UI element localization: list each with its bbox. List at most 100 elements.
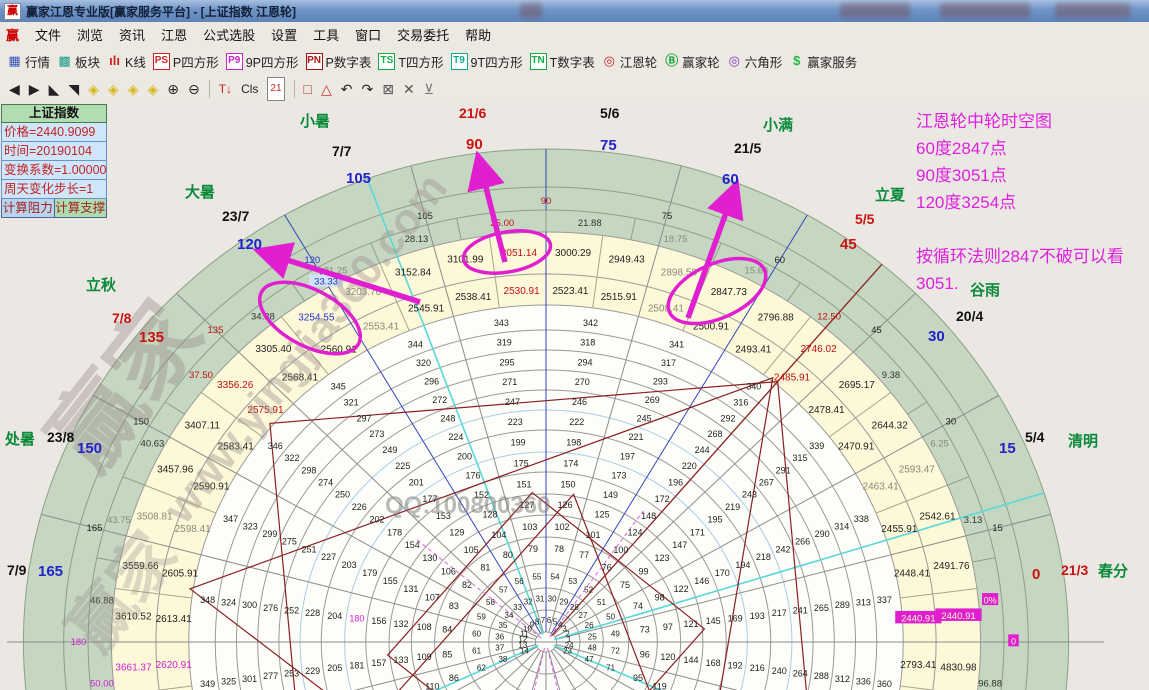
svg-text:129: 129 bbox=[449, 528, 464, 538]
menu-item-帮助[interactable]: 帮助 bbox=[457, 23, 499, 46]
svg-text:76: 76 bbox=[602, 562, 612, 572]
svg-text:181: 181 bbox=[349, 660, 364, 670]
svg-text:2620.91: 2620.91 bbox=[156, 660, 193, 671]
toolbar-button-赢家服务[interactable]: $赢家服务 bbox=[789, 52, 857, 71]
toolbar-button-P四方形[interactable]: PSP四方形 bbox=[153, 52, 219, 71]
svg-text:244: 244 bbox=[695, 445, 710, 455]
wheel-outer-label-立秋: 立秋 bbox=[86, 274, 116, 295]
svg-text:264: 264 bbox=[793, 669, 808, 679]
svg-text:98: 98 bbox=[655, 593, 665, 603]
svg-text:319: 319 bbox=[497, 338, 512, 348]
menu-item-设置[interactable]: 设置 bbox=[263, 23, 305, 46]
toolbar-label: 9T四方形 bbox=[471, 52, 523, 71]
K线-icon: ılı bbox=[107, 54, 122, 69]
svg-text:2440.91: 2440.91 bbox=[901, 614, 935, 625]
toolbar-label: 六角形 bbox=[745, 52, 783, 71]
calendar-21-icon[interactable]: 21 bbox=[267, 77, 284, 101]
annotation-line: 60度2847点 bbox=[916, 135, 1124, 162]
svg-text:204: 204 bbox=[327, 611, 342, 621]
toolbar-button-T四方形[interactable]: TST四方形 bbox=[378, 52, 443, 71]
window-title: 赢家江恩专业版[赢家服务平台] - [上证指数 江恩轮] bbox=[26, 3, 296, 20]
svg-text:103: 103 bbox=[522, 522, 537, 532]
funnel-icon[interactable]: ⊻ bbox=[424, 79, 434, 99]
calc-resistance-button[interactable]: 计算阻力 bbox=[1, 199, 55, 218]
rotate-ccw-icon[interactable]: ↶ bbox=[341, 79, 353, 99]
toolbar-button-T数字表[interactable]: TNT数字表 bbox=[530, 52, 595, 71]
toolbar-button-P数字表[interactable]: PNP数字表 bbox=[306, 52, 372, 71]
zoom-out-icon[interactable]: ⊖ bbox=[188, 79, 200, 99]
menu-item-资讯[interactable]: 资讯 bbox=[111, 23, 153, 46]
svg-text:268: 268 bbox=[708, 429, 723, 439]
diamond-up-icon[interactable]: ◈ bbox=[128, 79, 139, 99]
gann-wheel-chart[interactable]: 1234567891011121314232425262728293031323… bbox=[0, 101, 1149, 690]
svg-text:247: 247 bbox=[505, 397, 520, 407]
box-x-icon[interactable]: ⊠ bbox=[382, 79, 394, 99]
t-arrow-icon[interactable]: T↓ bbox=[219, 79, 232, 99]
nav-right-icon[interactable]: ▶ bbox=[29, 79, 40, 99]
menu-item-交易委托[interactable]: 交易委托 bbox=[389, 23, 457, 46]
toolbar-label: T数字表 bbox=[550, 52, 595, 71]
menu-item-窗口[interactable]: 窗口 bbox=[347, 23, 389, 46]
menu-item-工具[interactable]: 工具 bbox=[305, 23, 347, 46]
calc-support-button[interactable]: 计算支撑 bbox=[55, 199, 108, 218]
svg-text:2493.41: 2493.41 bbox=[735, 344, 772, 355]
redacted-block bbox=[840, 3, 910, 18]
svg-text:146: 146 bbox=[694, 576, 709, 586]
diamond-right-icon[interactable]: ◈ bbox=[108, 79, 119, 99]
nav-left-icon[interactable]: ◀ bbox=[9, 79, 20, 99]
svg-text:316: 316 bbox=[733, 397, 748, 407]
svg-text:224: 224 bbox=[448, 432, 463, 442]
svg-text:2949.43: 2949.43 bbox=[609, 254, 646, 265]
rotate-cw-icon[interactable]: ↷ bbox=[362, 79, 374, 99]
zoom-in-icon[interactable]: ⊕ bbox=[167, 79, 179, 99]
svg-text:317: 317 bbox=[661, 358, 676, 368]
svg-text:290: 290 bbox=[815, 529, 830, 539]
svg-text:35: 35 bbox=[498, 621, 507, 630]
toolbar-label: T四方形 bbox=[398, 52, 443, 71]
svg-text:2478.41: 2478.41 bbox=[808, 405, 845, 416]
svg-text:119: 119 bbox=[652, 681, 666, 690]
menu-item-公式选股[interactable]: 公式选股 bbox=[195, 23, 263, 46]
toolbar-button-K线[interactable]: ılıK线 bbox=[107, 52, 146, 71]
svg-text:82: 82 bbox=[462, 580, 472, 590]
svg-text:2538.41: 2538.41 bbox=[455, 292, 492, 303]
square-tool-icon[interactable]: □ bbox=[304, 79, 312, 99]
wheel-outer-label-60: 60 bbox=[722, 171, 739, 188]
toolbar-button-9P四方形[interactable]: P99P四方形 bbox=[226, 52, 299, 71]
toolbar-separator bbox=[294, 80, 295, 98]
diamond-down-icon[interactable]: ◈ bbox=[147, 79, 158, 99]
svg-text:266: 266 bbox=[795, 537, 810, 547]
svg-text:274: 274 bbox=[318, 478, 333, 488]
menu-item-浏览[interactable]: 浏览 bbox=[69, 23, 111, 46]
svg-text:178: 178 bbox=[387, 527, 402, 537]
triangle-tool-icon[interactable]: △ bbox=[321, 79, 332, 99]
menu-item-文件[interactable]: 文件 bbox=[27, 23, 69, 46]
cls-button[interactable]: Cls bbox=[241, 79, 258, 99]
svg-text:2448.41: 2448.41 bbox=[894, 568, 931, 579]
svg-text:241: 241 bbox=[793, 605, 808, 615]
wheel-outer-label-21/6: 21/6 bbox=[459, 105, 486, 121]
toolbar-label: 江恩轮 bbox=[620, 52, 658, 71]
svg-text:34: 34 bbox=[505, 611, 514, 620]
toolbar-button-赢家轮[interactable]: Ⓑ赢家轮 bbox=[664, 52, 720, 71]
svg-text:270: 270 bbox=[575, 377, 590, 387]
svg-text:96.88: 96.88 bbox=[978, 678, 1002, 689]
diamond-left-icon[interactable]: ◈ bbox=[88, 79, 99, 99]
dart-up-icon[interactable]: ◣ bbox=[49, 79, 60, 99]
toolbar-button-六角形[interactable]: ◎六角形 bbox=[727, 52, 783, 71]
svg-text:126: 126 bbox=[558, 500, 573, 510]
wheel-outer-label-45: 45 bbox=[840, 236, 857, 253]
svg-text:195: 195 bbox=[708, 515, 723, 525]
toolbar-button-9T四方形[interactable]: T99T四方形 bbox=[451, 52, 523, 71]
svg-text:337: 337 bbox=[877, 595, 892, 605]
menu-item-江恩[interactable]: 江恩 bbox=[153, 23, 195, 46]
toolbar-button-板块[interactable]: ▩板块 bbox=[57, 52, 100, 71]
toolbar-button-江恩轮[interactable]: ◎江恩轮 bbox=[602, 52, 658, 71]
toolbar-button-行情[interactable]: ▦行情 bbox=[7, 52, 50, 71]
svg-text:47: 47 bbox=[585, 655, 594, 664]
svg-text:102: 102 bbox=[555, 522, 570, 532]
dart-down-icon[interactable]: ◥ bbox=[68, 79, 79, 99]
svg-text:269: 269 bbox=[645, 395, 660, 405]
cross-arrows-icon[interactable]: ✕ bbox=[403, 79, 415, 99]
svg-text:109: 109 bbox=[417, 652, 432, 662]
